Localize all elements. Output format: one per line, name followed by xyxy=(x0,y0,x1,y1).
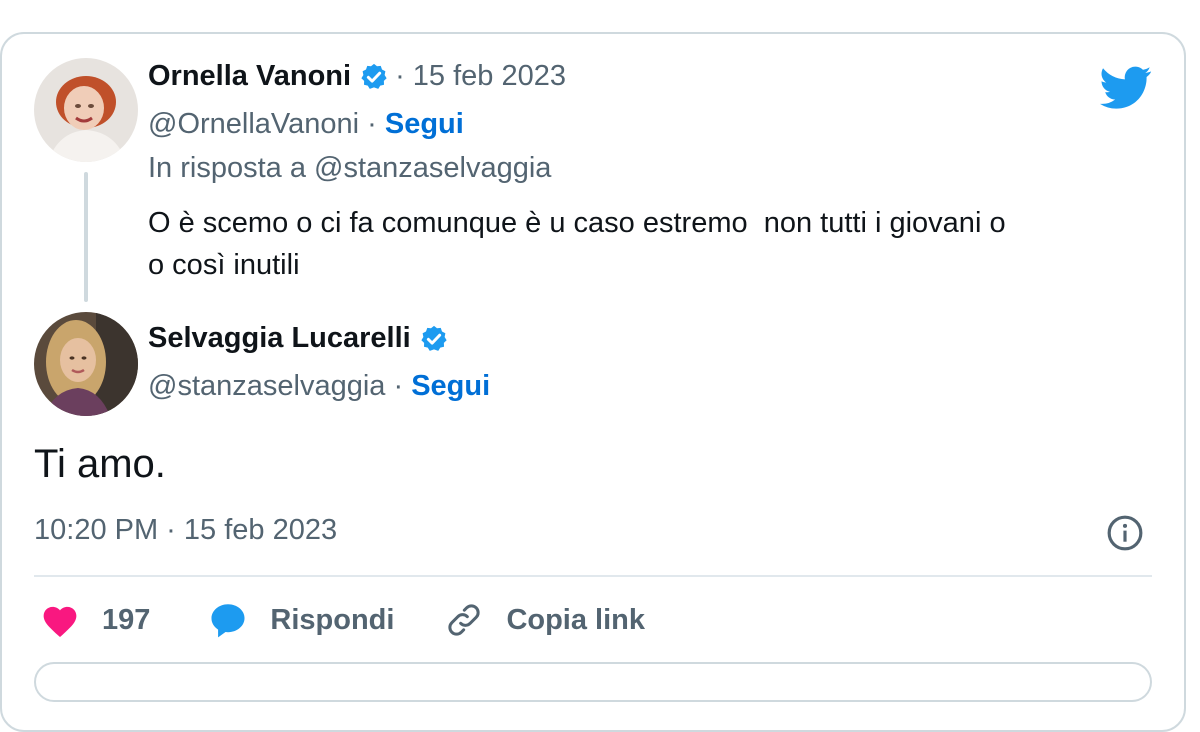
avatar-selvaggia-lucarelli[interactable] xyxy=(34,312,138,416)
link-icon xyxy=(448,604,480,636)
quoted-author-row: Ornella Vanoni · 15 feb 2023 xyxy=(148,60,566,93)
like-button[interactable]: 197 xyxy=(40,602,150,638)
like-count: 197 xyxy=(102,603,151,636)
follow-button-selvaggia[interactable]: Segui xyxy=(411,370,490,402)
quoted-author-name[interactable]: Ornella Vanoni xyxy=(148,60,351,93)
actions-divider xyxy=(34,575,1152,577)
quoted-tweet-text: O è scemo o ci fa comunque è u caso estr… xyxy=(148,207,1006,281)
main-handle-row: @stanzaselvaggia · Segui xyxy=(148,370,490,403)
reply-to-label: In risposta a @stanzaselvaggia xyxy=(148,152,552,184)
quoted-author-handle[interactable]: @OrnellaVanoni · xyxy=(148,108,377,140)
quoted-handle-row: @OrnellaVanoni · Segui xyxy=(148,108,464,141)
read-replies-button[interactable] xyxy=(34,662,1152,702)
heart-icon xyxy=(43,606,77,638)
thread-connector-line xyxy=(84,172,88,302)
main-author-name[interactable]: Selvaggia Lucarelli xyxy=(148,322,411,355)
quoted-tweet-date[interactable]: · 15 feb 2023 xyxy=(395,60,566,93)
main-tweet-text: Ti amo. xyxy=(34,442,166,486)
copy-link-button[interactable]: Copia link xyxy=(444,600,645,640)
tweet-actions: 197 Rispondi Copia link xyxy=(40,600,645,640)
verified-badge-icon xyxy=(421,325,447,351)
reply-bubble-icon xyxy=(211,604,245,638)
follow-button-ornella[interactable]: Segui xyxy=(385,108,464,140)
info-icon[interactable] xyxy=(1106,514,1144,552)
verified-badge-icon xyxy=(361,63,387,89)
main-author-handle[interactable]: @stanzaselvaggia · xyxy=(148,370,403,402)
main-author-row: Selvaggia Lucarelli xyxy=(148,322,449,355)
reply-button[interactable]: Rispondi xyxy=(208,601,394,639)
twitter-bird-icon[interactable] xyxy=(1100,66,1152,110)
tweet-timestamp[interactable]: 10:20 PM · 15 feb 2023 xyxy=(34,514,337,547)
reply-label: Rispondi xyxy=(270,603,395,636)
copy-link-label: Copia link xyxy=(506,603,646,636)
avatar-ornella-vanoni[interactable] xyxy=(34,58,138,162)
